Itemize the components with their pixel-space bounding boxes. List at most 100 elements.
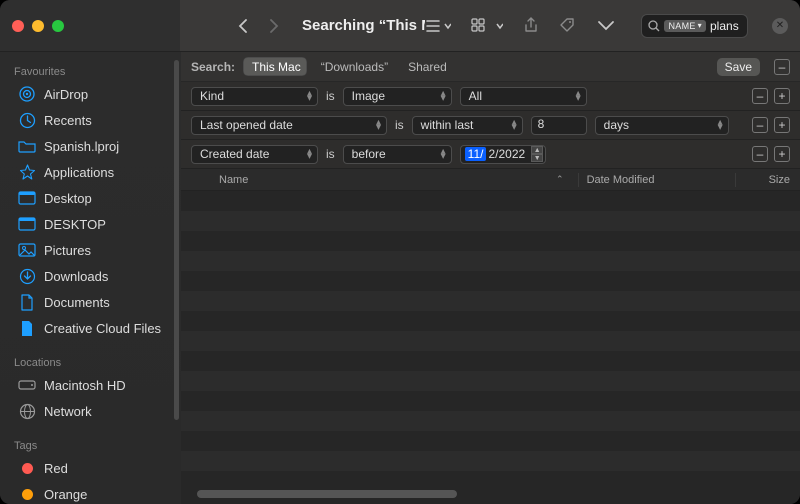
criteria-op: is xyxy=(326,147,335,161)
traffic-lights xyxy=(12,20,64,32)
table-row[interactable] xyxy=(181,411,800,431)
back-button[interactable] xyxy=(238,19,252,33)
sidebar-tag-red[interactable]: Red xyxy=(4,455,177,481)
remove-criteria-button[interactable]: – xyxy=(774,59,790,75)
criteria-date-input[interactable]: 11/ 2/2022 ▲▼ xyxy=(460,145,547,164)
criteria-unit-select[interactable]: days▴▾ xyxy=(595,116,729,135)
list-header: Name ⌃ Date Modified Size xyxy=(181,169,800,191)
sidebar-item-desktop[interactable]: Desktop xyxy=(4,185,177,211)
search-token[interactable]: NAME▾ xyxy=(664,20,706,32)
window-title: Searching “This M... xyxy=(302,17,425,34)
folder-icon xyxy=(18,137,36,155)
table-row[interactable] xyxy=(181,431,800,451)
sidebar-item-cc[interactable]: Creative Cloud Files xyxy=(4,315,177,341)
sidebar-item-label: Red xyxy=(44,461,68,476)
tag-dot-icon xyxy=(22,463,33,474)
sidebar-item-applications[interactable]: Applications xyxy=(4,159,177,185)
criteria-op: is xyxy=(395,118,404,132)
table-row[interactable] xyxy=(181,211,800,231)
table-row[interactable] xyxy=(181,251,800,271)
sidebar-item-downloads[interactable]: Downloads xyxy=(4,263,177,289)
airdrop-icon xyxy=(18,85,36,103)
clock-icon xyxy=(18,111,36,129)
tag-icon[interactable] xyxy=(559,17,577,35)
sidebar-scrollbar[interactable] xyxy=(174,60,179,420)
table-row[interactable] xyxy=(181,371,800,391)
remove-row-button[interactable]: – xyxy=(752,88,768,104)
criteria-value-select[interactable]: before▴▾ xyxy=(343,145,452,164)
criteria-row-kind: Kind▴▾ is Image▴▾ All▴▾ – + xyxy=(181,82,800,111)
forward-button[interactable] xyxy=(270,19,284,33)
table-row[interactable] xyxy=(181,231,800,251)
search-field[interactable]: NAME▾ plans xyxy=(641,14,748,38)
desktop-icon xyxy=(18,189,36,207)
results-list xyxy=(181,191,800,504)
table-row[interactable] xyxy=(181,271,800,291)
view-list-icon[interactable] xyxy=(425,17,451,35)
sidebar-item-label: Macintosh HD xyxy=(44,378,126,393)
add-row-button[interactable]: + xyxy=(774,117,790,133)
table-row[interactable] xyxy=(181,471,800,491)
zoom-button[interactable] xyxy=(52,20,64,32)
minimize-button[interactable] xyxy=(32,20,44,32)
sidebar-section-tags: Tags xyxy=(0,434,181,455)
criteria-op: is xyxy=(326,89,335,103)
share-icon[interactable] xyxy=(523,17,539,35)
sidebar-item-desktop2[interactable]: DESKTOP xyxy=(4,211,177,237)
criteria-field-select[interactable]: Last opened date▴▾ xyxy=(191,116,387,135)
remove-row-button[interactable]: – xyxy=(752,146,768,162)
sidebar-item-airdrop[interactable]: AirDrop xyxy=(4,81,177,107)
column-size[interactable]: Size xyxy=(769,174,790,186)
network-icon xyxy=(18,402,36,420)
close-button[interactable] xyxy=(12,20,24,32)
sidebar-item-documents[interactable]: Documents xyxy=(4,289,177,315)
table-row[interactable] xyxy=(181,311,800,331)
sidebar-item-recents[interactable]: Recents xyxy=(4,107,177,133)
horizontal-scrollbar[interactable] xyxy=(187,490,794,498)
table-row[interactable] xyxy=(181,351,800,371)
sidebar-item-label: Desktop xyxy=(44,191,92,206)
sidebar-item-spanish[interactable]: Spanish.lproj xyxy=(4,133,177,159)
scope-this-mac[interactable]: This Mac xyxy=(243,57,307,76)
table-row[interactable] xyxy=(181,191,800,211)
date-stepper[interactable]: ▲▼ xyxy=(531,146,543,162)
save-search-button[interactable]: Save xyxy=(717,58,760,76)
search-input[interactable]: plans xyxy=(710,19,744,33)
table-row[interactable] xyxy=(181,331,800,351)
date-rest-segment[interactable]: 2/2022 xyxy=(486,147,527,161)
criteria-row-lastopened: Last opened date▴▾ is within last▴▾ 8 da… xyxy=(181,111,800,140)
criteria-number-input[interactable]: 8 xyxy=(531,116,587,135)
sort-indicator-icon: ⌃ xyxy=(556,174,564,185)
hd-icon xyxy=(18,376,36,394)
sidebar-tag-orange[interactable]: Orange xyxy=(4,481,177,504)
criteria-row-created: Created date▴▾ is before▴▾ 11/ 2/2022 ▲▼… xyxy=(181,140,800,169)
sidebar-item-macintosh-hd[interactable]: Macintosh HD xyxy=(4,372,177,398)
sidebar-item-label: AirDrop xyxy=(44,87,88,102)
criteria-value-select[interactable]: Image▴▾ xyxy=(343,87,452,106)
table-row[interactable] xyxy=(181,451,800,471)
sidebar-item-network[interactable]: Network xyxy=(4,398,177,424)
scope-shared[interactable]: Shared xyxy=(402,60,453,74)
criteria-value-select[interactable]: within last▴▾ xyxy=(412,116,523,135)
criteria-field-select[interactable]: Kind▴▾ xyxy=(191,87,318,106)
sidebar-item-label: Applications xyxy=(44,165,114,180)
clear-search-button[interactable]: ✕ xyxy=(772,18,788,34)
sidebar-item-label: Pictures xyxy=(44,243,91,258)
table-row[interactable] xyxy=(181,391,800,411)
applications-icon xyxy=(18,163,36,181)
remove-row-button[interactable]: – xyxy=(752,117,768,133)
sidebar-section-favourites: Favourites xyxy=(0,60,181,81)
more-icon[interactable] xyxy=(597,17,615,35)
sidebar-item-label: Orange xyxy=(44,487,87,502)
scope-downloads[interactable]: “Downloads” xyxy=(315,60,394,74)
column-name[interactable]: Name xyxy=(191,174,531,186)
table-row[interactable] xyxy=(181,291,800,311)
add-row-button[interactable]: + xyxy=(774,146,790,162)
sidebar-item-pictures[interactable]: Pictures xyxy=(4,237,177,263)
date-month-segment[interactable]: 11/ xyxy=(465,147,487,161)
add-row-button[interactable]: + xyxy=(774,88,790,104)
criteria-field-select[interactable]: Created date▴▾ xyxy=(191,145,318,164)
column-date[interactable]: Date Modified xyxy=(587,174,727,186)
criteria-extra-select[interactable]: All▴▾ xyxy=(460,87,587,106)
group-icon[interactable] xyxy=(471,17,503,35)
